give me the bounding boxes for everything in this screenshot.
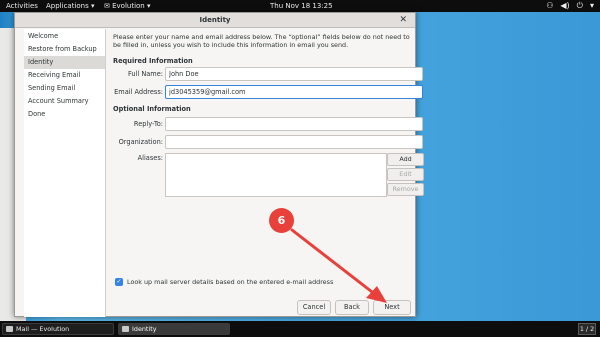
sidebar-item-restore-from-backup[interactable]: Restore from Backup xyxy=(24,43,105,56)
system-tray[interactable]: ⚇ ◀) ⏻ ▾ xyxy=(546,1,594,11)
next-button[interactable]: Next xyxy=(373,300,411,315)
email-address-input[interactable] xyxy=(165,85,423,99)
evolution-app-menu[interactable]: ✉ Evolution ▾ xyxy=(104,2,150,10)
taskbar-item-label: Identity xyxy=(132,325,157,333)
lookup-server-checkbox[interactable]: ✓ xyxy=(115,278,123,286)
envelope-icon xyxy=(6,326,13,332)
full-name-input[interactable] xyxy=(165,67,423,81)
email-address-label: Email Address: xyxy=(114,88,163,96)
step-badge: 6 xyxy=(269,208,294,233)
identity-dialog: Identity ✕ Welcome Restore from Backup I… xyxy=(14,12,424,317)
aliases-list[interactable] xyxy=(165,153,387,197)
bottom-taskbar: Mail — Evolution Identity 1 / 2 xyxy=(0,321,600,337)
organization-label: Organization: xyxy=(118,138,163,146)
aliases-label: Aliases: xyxy=(137,154,163,162)
sidebar-item-identity[interactable]: Identity xyxy=(24,56,105,69)
cancel-button[interactable]: Cancel xyxy=(297,300,331,315)
remove-alias-button[interactable]: Remove xyxy=(387,183,424,196)
add-alias-button[interactable]: Add xyxy=(387,153,424,166)
lookup-server-checkbox-row[interactable]: ✓ Look up mail server details based on t… xyxy=(115,277,333,287)
assistant-sidebar: Welcome Restore from Backup Identity Rec… xyxy=(24,29,106,317)
clock[interactable]: Thu Nov 18 13:25 xyxy=(270,2,333,10)
taskbar-item-identity[interactable]: Identity xyxy=(118,323,230,335)
dialog-titlebar[interactable]: Identity ✕ xyxy=(15,13,415,28)
close-icon[interactable]: ✕ xyxy=(399,15,407,25)
volume-icon[interactable]: ◀) xyxy=(560,1,569,11)
intro-text: Please enter your name and email address… xyxy=(113,33,410,49)
sidebar-item-account-summary[interactable]: Account Summary xyxy=(24,95,105,108)
identity-content: Please enter your name and email address… xyxy=(107,29,424,317)
top-bar: Activities Applications ▾ ✉ Evolution ▾ … xyxy=(0,0,600,12)
sidebar-item-receiving-email[interactable]: Receiving Email xyxy=(24,69,105,82)
dialog-title: Identity xyxy=(199,16,231,24)
workspace-indicator[interactable]: 1 / 2 xyxy=(578,323,596,335)
taskbar-item-mail-evolution[interactable]: Mail — Evolution xyxy=(2,323,114,335)
taskbar-item-label: Mail — Evolution xyxy=(16,325,70,333)
lookup-server-checkbox-label: Look up mail server details based on the… xyxy=(127,278,334,286)
reply-to-label: Reply-To: xyxy=(133,120,163,128)
applications-menu[interactable]: Applications ▾ xyxy=(46,2,95,10)
envelope-icon: ✉ xyxy=(104,2,113,10)
power-icon[interactable]: ⏻ xyxy=(577,1,583,11)
optional-information-heading: Optional Information xyxy=(113,105,191,113)
app-menu-label: Evolution ▾ xyxy=(112,2,151,10)
organization-input[interactable] xyxy=(165,135,423,149)
window-icon xyxy=(122,326,129,332)
back-button[interactable]: Back xyxy=(335,300,369,315)
required-information-heading: Required Information xyxy=(113,57,193,65)
sidebar-item-welcome[interactable]: Welcome xyxy=(24,30,105,43)
edit-alias-button[interactable]: Edit xyxy=(387,168,424,181)
activities-button[interactable]: Activities xyxy=(6,2,38,10)
reply-to-input[interactable] xyxy=(165,117,423,131)
sidebar-item-done[interactable]: Done xyxy=(24,108,105,121)
full-name-label: Full Name: xyxy=(127,70,163,78)
network-icon[interactable]: ⚇ xyxy=(546,1,553,11)
sidebar-item-sending-email[interactable]: Sending Email xyxy=(24,82,105,95)
chevron-down-icon[interactable]: ▾ xyxy=(590,1,594,11)
